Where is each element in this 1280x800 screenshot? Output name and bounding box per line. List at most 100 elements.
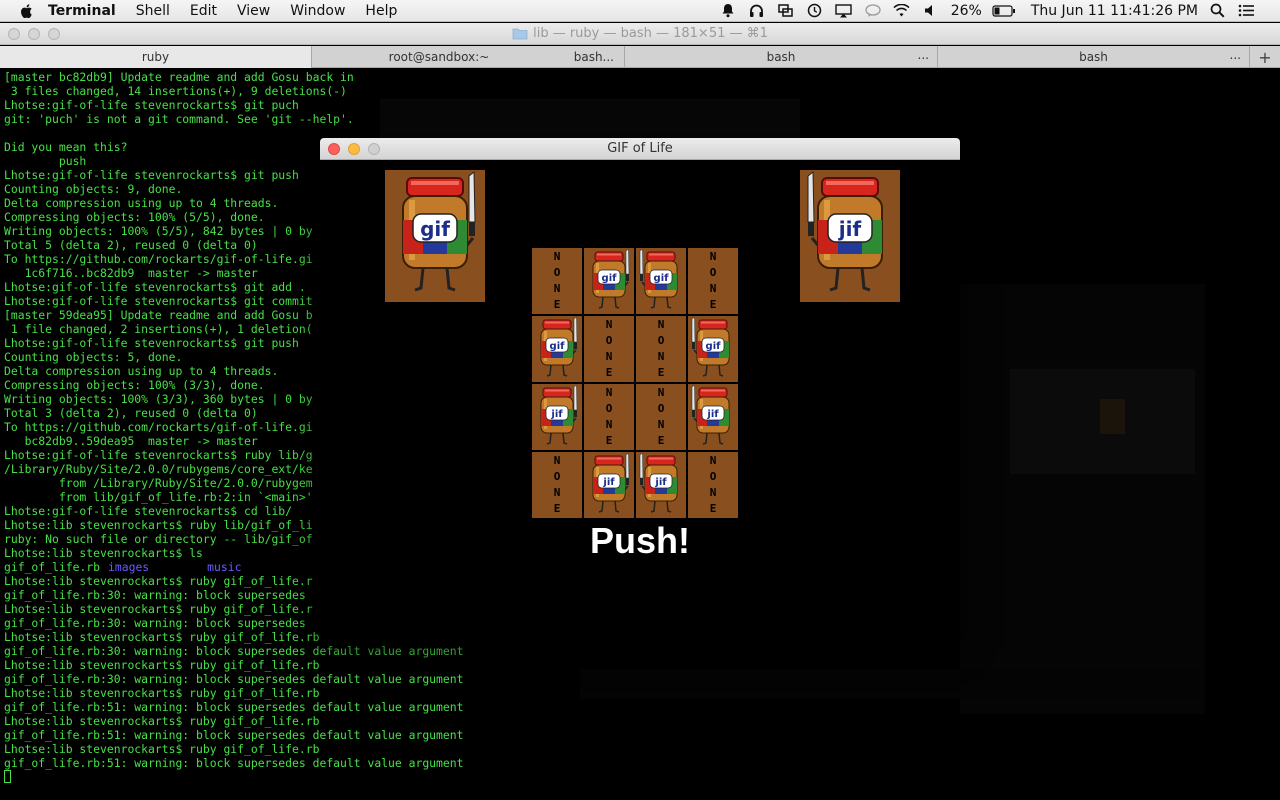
terminal-line: Lhotse:lib stevenrockarts$ ruby gif_of_l…	[4, 658, 320, 672]
life-grid[interactable]: N O N E gif gif N O N E gif N O N E N O N E gif jif N O N E N O N E j…	[532, 248, 738, 518]
terminal-line: Lhotse:lib stevenrockarts$ ruby gif_of_l…	[4, 714, 320, 728]
jif-jar-sprite: jif	[688, 384, 738, 450]
ls-dir-images: images	[108, 560, 150, 574]
grid-cell-none[interactable]: NONE	[688, 248, 738, 314]
terminal-line: Lhotse:lib stevenrockarts$ ruby gif_of_l…	[4, 742, 320, 756]
terminal-cursor	[4, 770, 11, 783]
cell-none-label: NONE	[657, 318, 665, 379]
tab-label: bash	[1079, 50, 1108, 64]
grid-cell-none[interactable]: NONE	[636, 384, 686, 450]
svg-text:jif: jif	[550, 409, 563, 420]
gif-jar-sprite: gif	[636, 248, 686, 314]
spotlight-search-icon[interactable]	[1208, 3, 1226, 19]
folder-icon	[512, 28, 528, 40]
terminal-titlebar[interactable]: lib — ruby — bash — 181×51 — ⌘1	[0, 23, 1280, 45]
airplay-icon[interactable]	[835, 3, 853, 19]
grid-cell-none[interactable]: NONE	[688, 452, 738, 518]
terminal-window-title: lib — ruby — bash — 181×51 — ⌘1	[0, 26, 1280, 41]
tab-bash-2[interactable]: bash ...	[938, 46, 1250, 68]
grid-cell-jif-jar[interactable]: jif	[636, 452, 686, 518]
cell-none-label: NONE	[709, 250, 717, 311]
grid-cell-gif-jar[interactable]: gif	[584, 248, 634, 314]
game-window-title: GIF of Life	[607, 141, 673, 156]
grid-cell-jif-jar[interactable]: jif	[584, 452, 634, 518]
menu-bar: Terminal Shell Edit View Window Help 26%…	[0, 0, 1280, 22]
terminal-line: gif_of_life.rb:30: warning: block supers…	[4, 644, 464, 658]
grid-cell-none[interactable]: NONE	[584, 384, 634, 450]
menu-view[interactable]: View	[237, 3, 270, 19]
tab-overflow-icon: ...	[917, 48, 929, 62]
grid-cell-none[interactable]: NONE	[532, 248, 582, 314]
terminal-line: Lhotse:gif-of-life stevenrockarts$ git p…	[4, 98, 299, 112]
grid-cell-none[interactable]: NONE	[584, 316, 634, 382]
svg-text:jif: jif	[602, 477, 615, 488]
tab-label: bash...	[573, 50, 614, 64]
notification-center-icon[interactable]	[1237, 3, 1255, 19]
notification-bell-icon[interactable]	[719, 3, 737, 19]
terminal-line: git: 'puch' is not a git command. See 'g…	[4, 112, 354, 126]
cell-none-label: NONE	[709, 454, 717, 515]
wifi-icon[interactable]	[893, 3, 911, 19]
grid-cell-none[interactable]: NONE	[636, 316, 686, 382]
grid-cell-jif-jar[interactable]: jif	[688, 384, 738, 450]
time-machine-icon[interactable]	[806, 3, 824, 19]
tab-bash[interactable]: bash ...	[625, 46, 938, 68]
gif-of-life-window[interactable]: GIF of Life gif jif N O N Egif gif N O N Egif N O N…	[320, 138, 960, 640]
tab-root-sandbox[interactable]: root@sandbox:~ bash...	[312, 46, 625, 68]
menu-edit[interactable]: Edit	[190, 3, 217, 19]
jif-jar-sprite: jif	[532, 384, 582, 450]
headphones-icon[interactable]	[748, 3, 766, 19]
game-titlebar[interactable]: GIF of Life	[320, 138, 960, 160]
terminal-line: gif_of_life.rb:30: warning: block supers…	[4, 672, 464, 686]
new-tab-button[interactable]: +	[1250, 46, 1280, 68]
terminal-line: gif_of_life.rb:51: warning: block supers…	[4, 756, 464, 770]
svg-text:jif: jif	[654, 477, 667, 488]
cell-none-label: NONE	[553, 250, 561, 311]
jif-jar-sprite: jif	[636, 452, 686, 518]
svg-text:jif: jif	[706, 409, 719, 420]
gif-jar-sprite: gif	[584, 248, 634, 314]
grid-cell-jif-jar[interactable]: jif	[532, 384, 582, 450]
grid-cell-none[interactable]: NONE	[532, 452, 582, 518]
grid-cell-gif-jar[interactable]: gif	[636, 248, 686, 314]
messages-icon[interactable]	[864, 3, 882, 19]
ls-file: gif_of_life.rb	[4, 560, 101, 574]
svg-text:gif: gif	[706, 341, 722, 352]
screen-share-icon[interactable]	[777, 3, 795, 19]
tab-label: root@sandbox:~	[388, 50, 490, 64]
menu-window[interactable]: Window	[290, 3, 345, 19]
cell-none-label: NONE	[657, 386, 665, 447]
battery-percent[interactable]: 26%	[951, 3, 982, 19]
cell-none-label: NONE	[605, 386, 613, 447]
terminal-line: gif_of_life.rb:51: warning: block supers…	[4, 728, 464, 742]
status-message: Push!	[589, 520, 690, 561]
tab-label: ruby	[141, 50, 170, 64]
menu-help[interactable]: Help	[365, 3, 397, 19]
jif-jar-player-right: jif	[800, 170, 900, 302]
svg-text:gif: gif	[654, 273, 670, 284]
tab-ruby[interactable]: ruby	[0, 46, 312, 68]
terminal-prompt-line[interactable]	[4, 770, 463, 784]
grid-cell-gif-jar[interactable]: gif	[532, 316, 582, 382]
gif-jar-sprite: gif	[532, 316, 582, 382]
svg-text:gif: gif	[602, 273, 618, 284]
grid-cell-gif-jar[interactable]: gif	[688, 316, 738, 382]
menu-shell[interactable]: Shell	[136, 3, 170, 19]
svg-text:gif: gif	[550, 341, 566, 352]
terminal-line: gif_of_life.rb:51: warning: block supers…	[4, 700, 464, 714]
game-canvas[interactable]: gif jif N O N Egif gif N O N Egif N O N E N O N Egif jif N…	[320, 160, 960, 640]
svg-text:gif: gif	[420, 217, 450, 241]
menu-clock[interactable]: Thu Jun 11 11:41:26 PM	[1031, 3, 1198, 19]
tab-overflow-icon: ...	[1229, 48, 1241, 62]
tab-label: bash	[766, 50, 796, 64]
apple-icon[interactable]	[18, 2, 36, 20]
gif-jar-sprite: gif	[688, 316, 738, 382]
cell-none-label: NONE	[605, 318, 613, 379]
terminal-line: [master bc82db9] Update readme and add G…	[4, 70, 354, 84]
terminal-line: 3 files changed, 14 insertions(+), 9 del…	[4, 84, 347, 98]
menu-app-terminal[interactable]: Terminal	[48, 3, 116, 19]
battery-icon[interactable]	[992, 3, 1016, 19]
volume-icon[interactable]	[922, 3, 940, 19]
jif-jar-sprite: jif	[584, 452, 634, 518]
terminal-tab-bar: ruby root@sandbox:~ bash... bash ... bas…	[0, 46, 1280, 68]
